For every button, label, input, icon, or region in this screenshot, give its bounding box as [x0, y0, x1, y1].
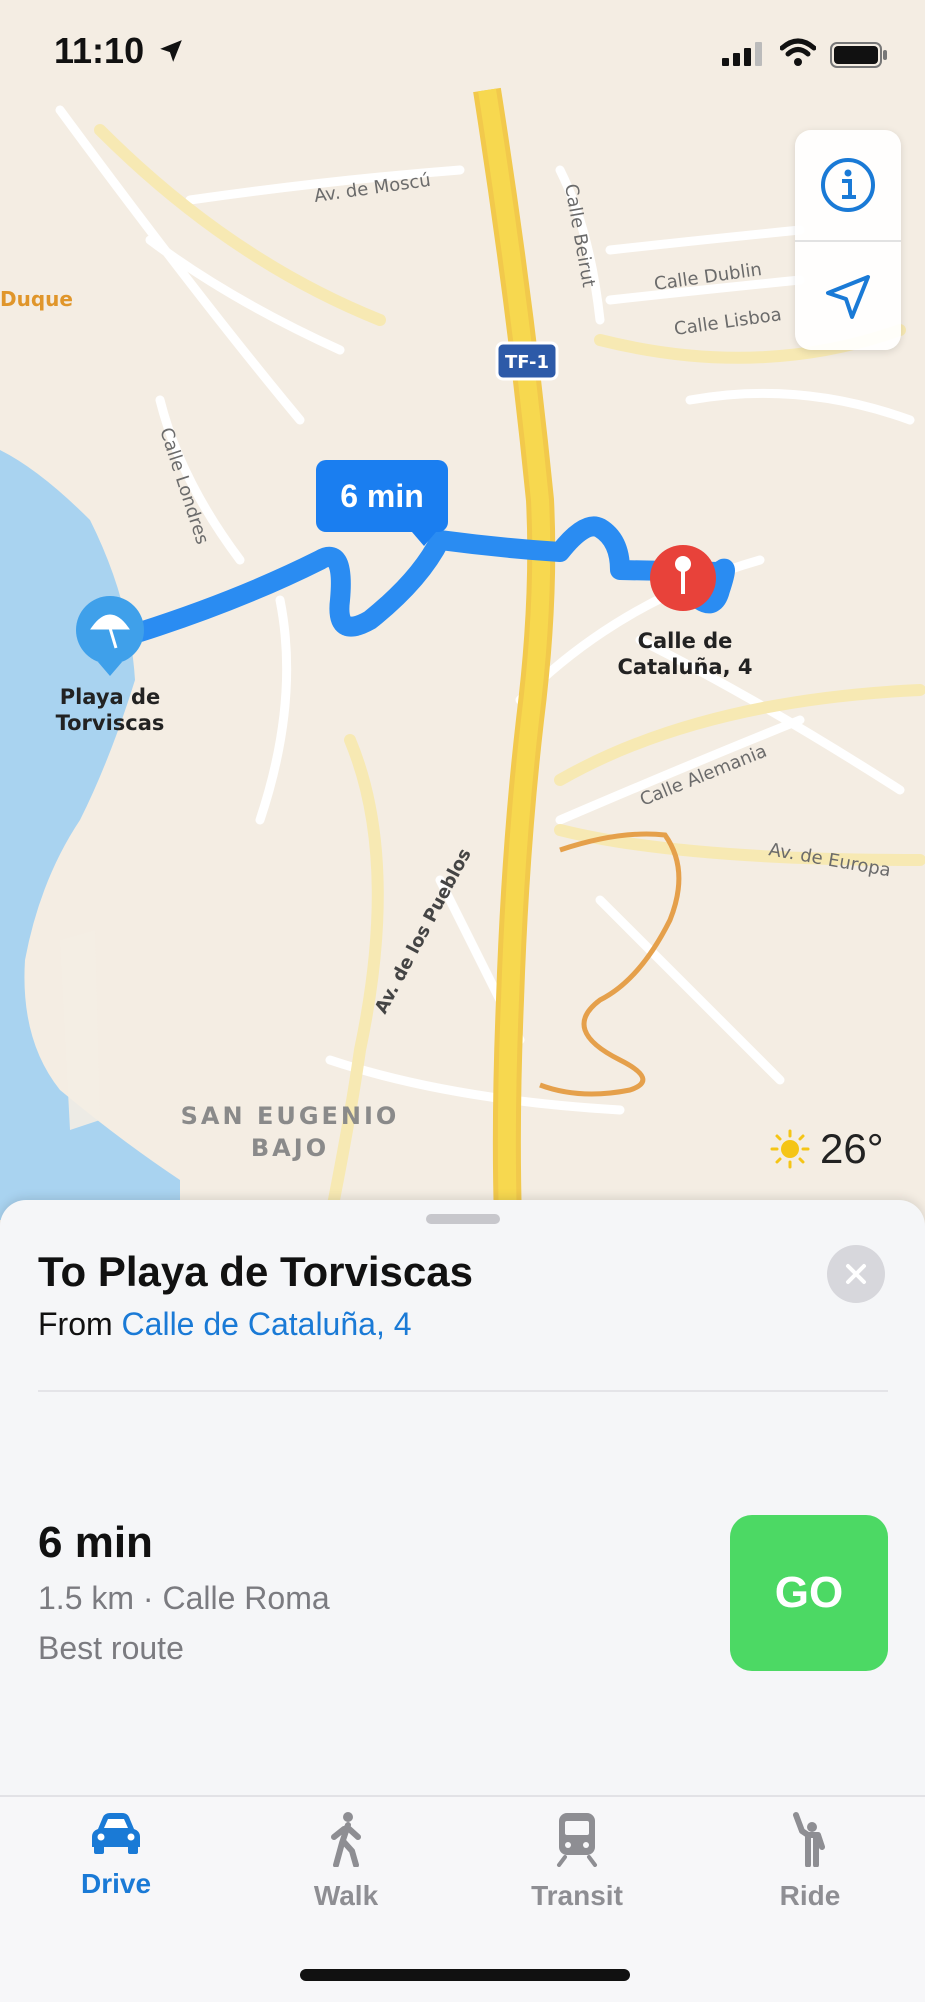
wifi-icon	[780, 38, 816, 66]
origin-label-line2: Cataluña, 4	[617, 655, 753, 679]
ride-icon	[793, 1812, 825, 1868]
destination-label-line1: Playa de	[59, 685, 161, 709]
route-note: Best route	[38, 1630, 184, 1666]
tab-walk-label: Walk	[313, 1880, 379, 1911]
directions-from: From Calle de Cataluña, 4	[38, 1306, 412, 1343]
route-detail: 1.5 km · Calle Roma	[38, 1580, 330, 1616]
tab-walk[interactable]: Walk	[256, 1811, 436, 1912]
info-icon	[821, 158, 875, 212]
map-view[interactable]: TF-1 Av. de Moscú Calle Beirut Calle Dub…	[0, 0, 925, 1220]
sheet-divider	[38, 1390, 888, 1392]
weather-temperature: 26°	[820, 1125, 884, 1172]
car-icon	[92, 1813, 140, 1854]
origin-label-line1: Calle de	[637, 629, 733, 653]
sheet-grabber[interactable]	[426, 1214, 500, 1224]
place-label-duque: Duque	[0, 287, 73, 311]
sun-icon	[770, 1129, 810, 1169]
signal-icon	[722, 42, 762, 66]
close-button[interactable]	[827, 1245, 885, 1303]
tab-drive[interactable]: Drive	[26, 1811, 206, 1900]
current-location-button[interactable]	[795, 242, 901, 352]
origin-pin[interactable]	[650, 545, 716, 611]
route-eta-badge[interactable]: 6 min	[316, 460, 448, 546]
navigation-arrow-icon	[826, 275, 870, 319]
district-label-line1: SAN EUGENIO	[181, 1102, 400, 1130]
location-arrow-icon	[160, 40, 182, 62]
destination-label-line2: Torviscas	[55, 711, 165, 735]
status-bar: 11:10	[0, 0, 925, 110]
district-label-line2: BAJO	[251, 1134, 329, 1162]
from-place-link[interactable]: Calle de Cataluña, 4	[122, 1306, 412, 1342]
home-indicator[interactable]	[300, 1969, 630, 1981]
walk-icon	[331, 1812, 361, 1868]
train-icon	[557, 1813, 597, 1867]
from-prefix: From	[38, 1306, 113, 1342]
close-icon	[846, 1264, 866, 1284]
map-controls	[795, 130, 901, 350]
battery-icon	[830, 42, 887, 68]
destination-label: Playa de Torviscas	[30, 684, 190, 736]
highway-label: TF-1	[505, 352, 549, 373]
directions-title: To Playa de Torviscas	[38, 1248, 473, 1295]
tab-ride[interactable]: Ride	[720, 1811, 900, 1912]
origin-label: Calle de Cataluña, 4	[610, 628, 760, 680]
go-button[interactable]: GO	[730, 1515, 888, 1671]
info-button[interactable]	[795, 130, 901, 240]
tab-transit-label: Transit	[531, 1880, 623, 1911]
tab-transit[interactable]: Transit	[487, 1811, 667, 1912]
highway-shield: TF-1	[495, 341, 559, 381]
status-time: 11:10	[54, 30, 145, 71]
route-time: 6 min	[38, 1518, 153, 1567]
tab-ride-label: Ride	[779, 1880, 841, 1911]
tab-drive-label: Drive	[80, 1868, 152, 1899]
weather-widget: 26°	[770, 1125, 884, 1173]
